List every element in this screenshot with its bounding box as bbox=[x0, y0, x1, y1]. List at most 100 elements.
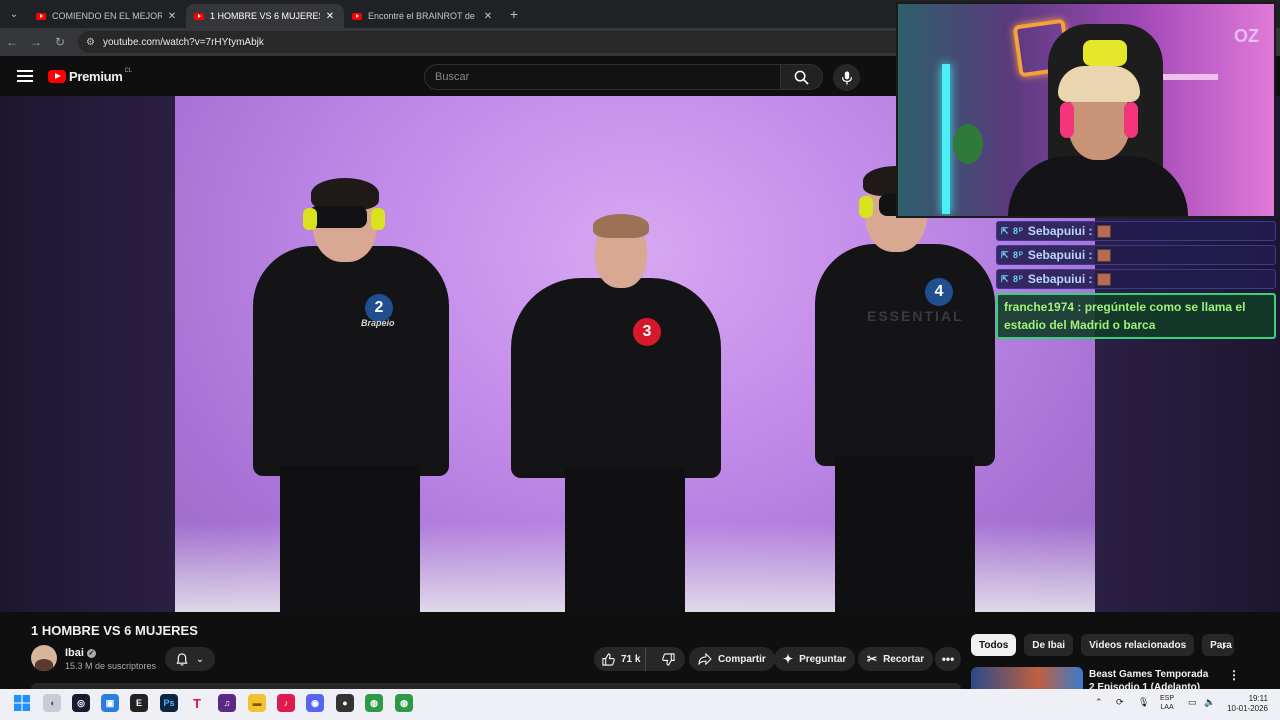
youtube-favicon-icon bbox=[36, 12, 46, 20]
chat-highlighted-message: franche1974 : pregúntele como se llama e… bbox=[996, 293, 1276, 339]
search-box[interactable] bbox=[424, 64, 781, 90]
mouse-app-icon[interactable]: ◖ bbox=[43, 694, 61, 712]
stream-chat-overlay: ⇱ 8ᴾ Sebapuiui : ⇱ 8ᴾ Sebapuiui : ⇱ 8ᴾ S… bbox=[996, 217, 1276, 339]
file-explorer-icon[interactable]: ▬ bbox=[248, 694, 266, 712]
chat-line: ⇱ 8ᴾ Sebapuiui : bbox=[996, 269, 1276, 289]
microphone-icon bbox=[841, 70, 852, 85]
volume-icon[interactable]: 🔈 bbox=[1204, 697, 1215, 708]
discord-icon[interactable]: ◉ bbox=[306, 694, 324, 712]
browser-tab-3[interactable]: Encontré el BRAINROT de SAM ✕ bbox=[344, 4, 502, 28]
ask-label: Preguntar bbox=[799, 653, 847, 665]
chevron-right-icon[interactable]: › bbox=[1214, 634, 1234, 656]
microphone-tray-icon[interactable]: 🎙 bbox=[1138, 697, 1149, 708]
recommended-title[interactable]: Beast Games Temporada 2 Episodio 1 (Adel… bbox=[1089, 668, 1211, 689]
shirt-text: Brapeio bbox=[361, 318, 395, 328]
tab-close-icon[interactable]: ✕ bbox=[482, 11, 494, 22]
player-letterbox-left bbox=[0, 96, 175, 612]
store-icon[interactable]: ▣ bbox=[101, 694, 119, 712]
number-badge: 3 bbox=[633, 318, 661, 346]
youtube-logo[interactable]: Premium CL bbox=[48, 68, 132, 84]
region-code: LAA bbox=[1160, 704, 1174, 711]
search-icon bbox=[794, 70, 809, 85]
chat-emote-icon bbox=[1096, 248, 1111, 262]
thumbs-down-icon bbox=[662, 652, 675, 666]
more-actions-button[interactable]: ••• bbox=[935, 647, 961, 671]
tab-label: 1 HOMBRE VS 6 MUJERES - You bbox=[210, 11, 320, 21]
thumbs-up-icon bbox=[602, 652, 615, 666]
headset-icon bbox=[1124, 102, 1138, 138]
menu-hamburger-icon[interactable] bbox=[17, 70, 33, 82]
browser-tab-1[interactable]: COMIENDO EN EL MEJOR REST ✕ bbox=[28, 4, 186, 28]
time-text: 19:11 bbox=[1248, 694, 1268, 703]
chrome-icon[interactable]: ◍ bbox=[395, 694, 413, 712]
chrome-icon[interactable]: ◍ bbox=[365, 694, 383, 712]
subscribed-bell-button[interactable]: ⌄ bbox=[165, 647, 215, 671]
streamer-shirt bbox=[1008, 156, 1188, 216]
site-info-icon[interactable]: ⚙ bbox=[86, 37, 95, 48]
new-tab-button[interactable]: + bbox=[502, 6, 526, 22]
url-text: youtube.com/watch?v=7rHYtymAbjk bbox=[102, 36, 264, 48]
like-button[interactable]: 71 k bbox=[594, 647, 647, 671]
headset-icon bbox=[1060, 102, 1074, 138]
video-title: 1 HOMBRE VS 6 MUJERES bbox=[31, 623, 198, 638]
windows-start-icon[interactable] bbox=[13, 694, 31, 712]
chat-badge-icon: ⇱ 8ᴾ bbox=[1001, 225, 1024, 236]
chat-badge-icon: ⇱ 8ᴾ bbox=[1001, 273, 1024, 284]
channel-name-text[interactable]: Ibai bbox=[65, 647, 84, 659]
chat-username: Sebapuiui : bbox=[1027, 272, 1093, 286]
epic-games-icon[interactable]: E bbox=[130, 694, 148, 712]
app-icon[interactable]: ● bbox=[336, 694, 354, 712]
ask-button[interactable]: ✦ Preguntar bbox=[774, 647, 856, 671]
share-button[interactable]: Compartir bbox=[689, 647, 775, 671]
chat-line: ⇱ 8ᴾ Sebapuiui : bbox=[996, 245, 1276, 265]
share-arrow-icon bbox=[698, 653, 712, 665]
taskbar-clock[interactable]: 19:11 10-01-2026 bbox=[1222, 694, 1268, 714]
dislike-button[interactable] bbox=[652, 647, 685, 671]
clip-button[interactable]: ✂ Recortar bbox=[858, 647, 934, 671]
back-arrow-icon[interactable]: ← bbox=[0, 35, 24, 49]
tab-search-chevron-icon[interactable]: ⌄ bbox=[0, 0, 28, 28]
language-indicator[interactable]: ESP LAA bbox=[1160, 694, 1174, 712]
photoshop-icon[interactable]: Ps bbox=[160, 694, 178, 712]
forward-arrow-icon[interactable]: → bbox=[24, 35, 48, 49]
tab-close-icon[interactable]: ✕ bbox=[324, 11, 336, 22]
sparkle-icon: ✦ bbox=[783, 652, 794, 666]
network-icon[interactable]: ▭ bbox=[1188, 697, 1197, 708]
chip-from-channel[interactable]: De Ibai bbox=[1024, 634, 1074, 656]
sync-icon[interactable]: ⟳ bbox=[1116, 697, 1124, 708]
channel-avatar[interactable] bbox=[31, 645, 57, 671]
chat-badge-icon: ⇱ 8ᴾ bbox=[1001, 249, 1024, 260]
like-dislike-group: 71 k bbox=[594, 647, 685, 671]
app-icon[interactable]: ◎ bbox=[72, 694, 90, 712]
lang-code: ESP bbox=[1160, 695, 1175, 702]
date-text: 10-01-2026 bbox=[1227, 704, 1268, 713]
number-badge: 4 bbox=[925, 278, 953, 306]
chip-all[interactable]: Todos bbox=[971, 634, 1017, 656]
tray-chevron-up-icon[interactable]: ⌃ bbox=[1095, 697, 1103, 708]
tab-label: COMIENDO EN EL MEJOR REST bbox=[52, 11, 162, 21]
browser-tab-2[interactable]: 1 HOMBRE VS 6 MUJERES - You ✕ bbox=[186, 4, 344, 28]
chip-related[interactable]: Videos relacionados bbox=[1081, 634, 1195, 656]
headphones-app-icon[interactable]: ♫ bbox=[218, 694, 236, 712]
windows-logo-icon bbox=[14, 695, 30, 711]
like-count: 71 k bbox=[621, 653, 641, 665]
chevron-down-icon: ⌄ bbox=[195, 653, 205, 665]
tiktok-icon[interactable]: ♪ bbox=[277, 694, 295, 712]
chat-emote-icon bbox=[1096, 272, 1111, 286]
scissors-icon: ✂ bbox=[867, 652, 878, 666]
reload-icon[interactable]: ↻ bbox=[48, 35, 72, 49]
bell-icon bbox=[176, 652, 188, 665]
tab-close-icon[interactable]: ✕ bbox=[166, 11, 178, 22]
search-input[interactable] bbox=[435, 71, 780, 83]
kebab-menu-icon[interactable]: ⋮ bbox=[1228, 668, 1240, 682]
channel-name[interactable]: Ibai ✓ bbox=[65, 647, 96, 659]
chat-emote-icon bbox=[1096, 224, 1111, 238]
recommended-thumbnail[interactable] bbox=[971, 667, 1083, 689]
shirt-text: ESSENTIAL bbox=[867, 308, 964, 324]
voice-search-button[interactable] bbox=[833, 64, 860, 91]
subscriber-count: 15.3 M de suscriptores bbox=[65, 661, 157, 671]
chat-username: Sebapuiui : bbox=[1027, 248, 1093, 262]
chat-line: ⇱ 8ᴾ Sebapuiui : bbox=[996, 221, 1276, 241]
search-button[interactable] bbox=[781, 64, 823, 90]
text-app-icon[interactable]: T bbox=[188, 694, 206, 712]
